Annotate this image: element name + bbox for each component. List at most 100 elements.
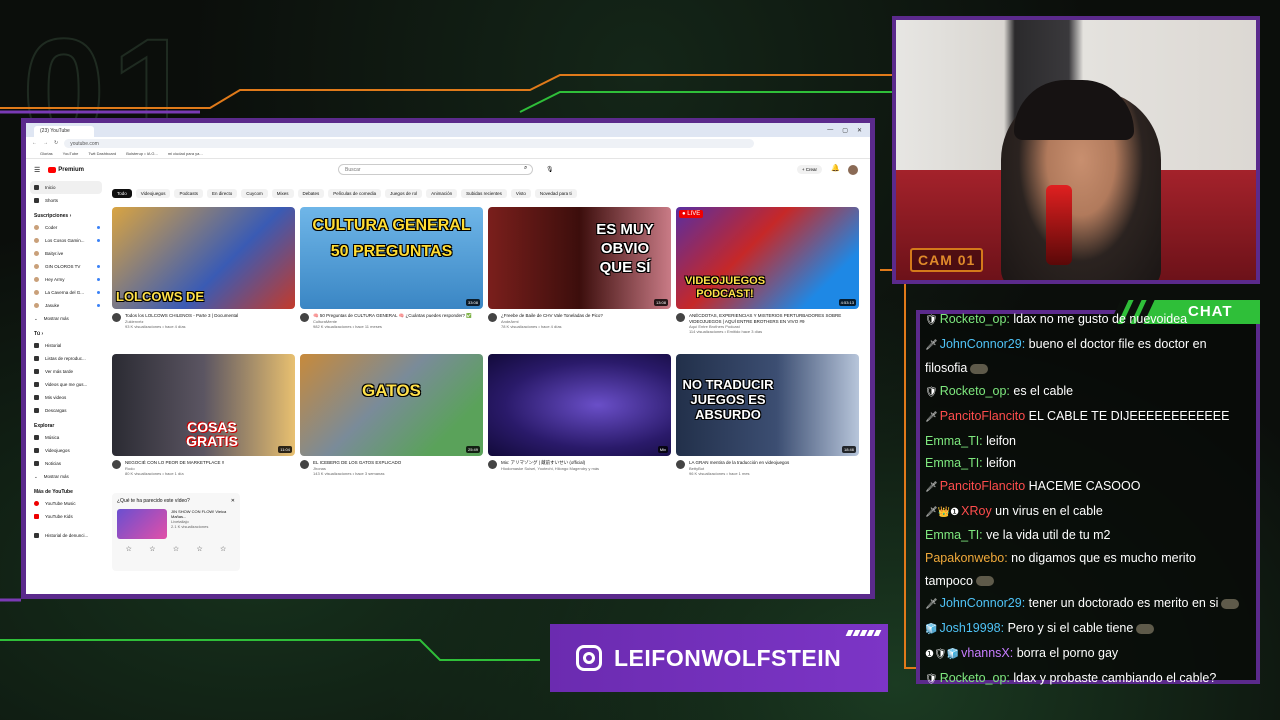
bookmark-item[interactable]: mi ciudad para ya... (168, 151, 203, 156)
back-icon[interactable]: ← (32, 140, 37, 146)
video-card[interactable]: GATOS 25:49 EL ICEBERG DE LOS GATOS EXPL… (300, 354, 483, 491)
sidebar-item-subscription[interactable]: Coder (26, 221, 106, 234)
sidebar-item-liked[interactable]: Videos que me gus... (26, 378, 106, 391)
menu-icon[interactable]: ☰ (34, 166, 40, 174)
reload-icon[interactable]: ↻ (54, 140, 58, 146)
create-button[interactable]: + Crear (796, 165, 822, 174)
address-input[interactable]: youtube.com (64, 138, 755, 148)
video-title[interactable]: ANÉCDOTAS, EXPERIENCIAS Y MISTERIOS PERT… (689, 313, 859, 324)
channel-avatar[interactable] (676, 313, 685, 322)
video-title[interactable]: EL ICEBERG DE LOS GATOS EXPLICADO (313, 460, 401, 466)
sidebar-item-subscription[interactable]: Jasuke (26, 299, 106, 312)
star-icon[interactable]: ☆ (220, 545, 226, 553)
bookmark-item[interactable]: Twit Dashboard (88, 151, 116, 156)
browser-tab[interactable]: (23) YouTube (34, 126, 94, 137)
star-icon[interactable]: ☆ (173, 545, 179, 553)
minimize-icon[interactable]: — (827, 127, 833, 134)
video-thumbnail[interactable]: NO TRADUCIR JUEGOS ES ABSURDO 18:46 (676, 354, 859, 456)
channel-avatar[interactable] (300, 313, 309, 322)
sidebar-item-playlists[interactable]: Listas de reproduc... (26, 352, 106, 365)
forward-icon[interactable]: → (43, 140, 48, 146)
avatar[interactable] (848, 165, 858, 175)
chip[interactable]: Videojuegos (135, 189, 171, 198)
channel-avatar[interactable] (676, 460, 685, 469)
sidebar-item-subscription[interactable]: Hey Army (26, 273, 106, 286)
video-card[interactable]: NO TRADUCIR JUEGOS ES ABSURDO 18:46 LA G… (676, 354, 859, 491)
chip[interactable]: Debates (297, 189, 325, 198)
search-input[interactable]: Buscar (338, 164, 533, 175)
sidebar-item-gaming[interactable]: Videojuegos (26, 444, 106, 457)
video-title[interactable]: Todos los LOLCOWS CHILENOS - Parte 3 | D… (125, 313, 238, 319)
channel-avatar[interactable] (112, 313, 121, 322)
channel-avatar[interactable] (112, 460, 121, 469)
sidebar-item-subscription[interactable]: Baityr.ive (26, 247, 106, 260)
video-card[interactable]: COSAS GRATIS 11:04 NEGOCIÉ CON LO PEOR D… (112, 354, 295, 491)
channel-name[interactable]: Hiodomaske Suisei, Yootechi, Hilongo Mag… (501, 466, 599, 471)
chip[interactable]: En directo (206, 189, 238, 198)
sidebar-item-subscription[interactable]: GIN OLOROS TV (26, 260, 106, 273)
chip[interactable]: Películas de comedia (328, 189, 382, 198)
chip[interactable]: Novedad para ti (534, 189, 577, 198)
video-thumbnail[interactable]: ES MUY OBVIO QUE SÍ 13:08 (488, 207, 671, 309)
sidebar-item-report-history[interactable]: Historial de denunci... (26, 529, 106, 542)
mic-icon[interactable]: 🎙 (546, 166, 554, 173)
survey-video-title[interactable]: JIN SHOW CON FLOW! Vieica Mañas... (171, 509, 235, 519)
chip[interactable]: Mixes (271, 189, 294, 198)
video-title[interactable]: Mix: アリマゾング | 蔵前すいせい (official) (501, 460, 599, 466)
survey-thumbnail[interactable] (117, 509, 167, 539)
chip[interactable]: Cuycom (241, 189, 268, 198)
video-card[interactable]: ES MUY OBVIO QUE SÍ 13:08 ¿Freebe de Bai… (488, 207, 671, 344)
youtube-logo[interactable]: Premium (48, 167, 84, 173)
sidebar-item-youtube-kids[interactable]: YouTube Kids (26, 510, 106, 523)
video-thumbnail[interactable]: LOLCOWS DE (112, 207, 295, 309)
video-title[interactable]: 🧠 50 Preguntas de CULTURA GENERAL 🧠 ¿Cuá… (313, 313, 472, 319)
sidebar-item-news[interactable]: Noticias (26, 457, 106, 470)
channel-avatar[interactable] (300, 460, 309, 469)
video-title[interactable]: ¿Freebe de Baile de CHV Vale Toneladas d… (501, 313, 603, 319)
video-title[interactable]: NEGOCIÉ CON LO PEOR DE MARKETPLACE ‼ (125, 460, 224, 466)
sidebar-item-inicio[interactable]: Inicio (30, 181, 102, 194)
video-thumbnail[interactable]: Mix (488, 354, 671, 456)
chip-todo[interactable]: Todo (112, 189, 132, 198)
video-title[interactable]: LA GRAN mentira de la traducción en vide… (689, 460, 789, 466)
sidebar-item-subscription[interactable]: La Caverna del G... (26, 286, 106, 299)
video-card[interactable]: LOLCOWS DE Todos los LOLCOWS CHILENOS - … (112, 207, 295, 344)
video-card[interactable]: ● LIVE VIDEOJUEGOS PODCAST! 4:53:13 ANÉC… (676, 207, 859, 344)
chip[interactable]: Visto (510, 189, 531, 198)
close-icon[interactable]: ✕ (857, 127, 862, 134)
sidebar-item-history[interactable]: Historial (26, 339, 106, 352)
star-icon[interactable]: ☆ (196, 545, 202, 553)
bookmark-item[interactable]: Bolsterup • IA G... (126, 151, 158, 156)
channel-avatar[interactable] (488, 460, 497, 469)
sidebar-item-my-videos[interactable]: Mis videos (26, 391, 106, 404)
sidebar-show-more[interactable]: ⌄ Mostrar más (26, 312, 106, 325)
video-thumbnail[interactable]: CULTURA GENERAL 50 PREGUNTAS 33:08 (300, 207, 483, 309)
chip[interactable]: Podcasts (174, 189, 203, 198)
sidebar-item-downloads[interactable]: Descargas (26, 404, 106, 417)
video-thumbnail[interactable]: ● LIVE VIDEOJUEGOS PODCAST! 4:53:13 (676, 207, 859, 309)
chip[interactable]: Juegos de rol (385, 189, 423, 198)
sidebar-item-subscription[interactable]: Los Cosos Gamin... (26, 234, 106, 247)
sidebar-item-music[interactable]: Música (26, 431, 106, 444)
video-card[interactable]: Mix Mix: アリマゾング | 蔵前すいせい (official) Hiod… (488, 354, 671, 491)
star-icon[interactable]: ☆ (126, 545, 132, 553)
close-icon[interactable]: ✕ (231, 498, 235, 504)
sidebar-item-youtube-music[interactable]: YouTube Music (26, 497, 106, 510)
video-thumbnail[interactable]: GATOS 25:49 (300, 354, 483, 456)
subscriptions-header[interactable]: Suscripciones › (26, 207, 106, 221)
sidebar-item-watch-later[interactable]: Ver más tarde (26, 365, 106, 378)
video-card[interactable]: CULTURA GENERAL 50 PREGUNTAS 33:08 🧠 50 … (300, 207, 483, 344)
sidebar-show-more[interactable]: ⌄ Mostrar más (26, 470, 106, 483)
bookmark-item[interactable]: YouTube (63, 151, 79, 156)
maximize-icon[interactable]: ▢ (842, 127, 848, 134)
channel-avatar[interactable] (488, 313, 497, 322)
chip[interactable]: Subidas recientes (461, 189, 507, 198)
sidebar-item-shorts[interactable]: Shorts (26, 194, 106, 207)
chip[interactable]: Animación (426, 189, 458, 198)
you-header[interactable]: Tú › (26, 325, 106, 339)
video-thumbnail[interactable]: COSAS GRATIS 11:04 (112, 354, 295, 456)
search-icon[interactable]: ⌕ (524, 165, 527, 172)
star-icon[interactable]: ☆ (149, 545, 155, 553)
bookmark-item[interactable]: Glorias (40, 151, 53, 156)
notifications-icon[interactable]: 🔔 (831, 164, 840, 172)
